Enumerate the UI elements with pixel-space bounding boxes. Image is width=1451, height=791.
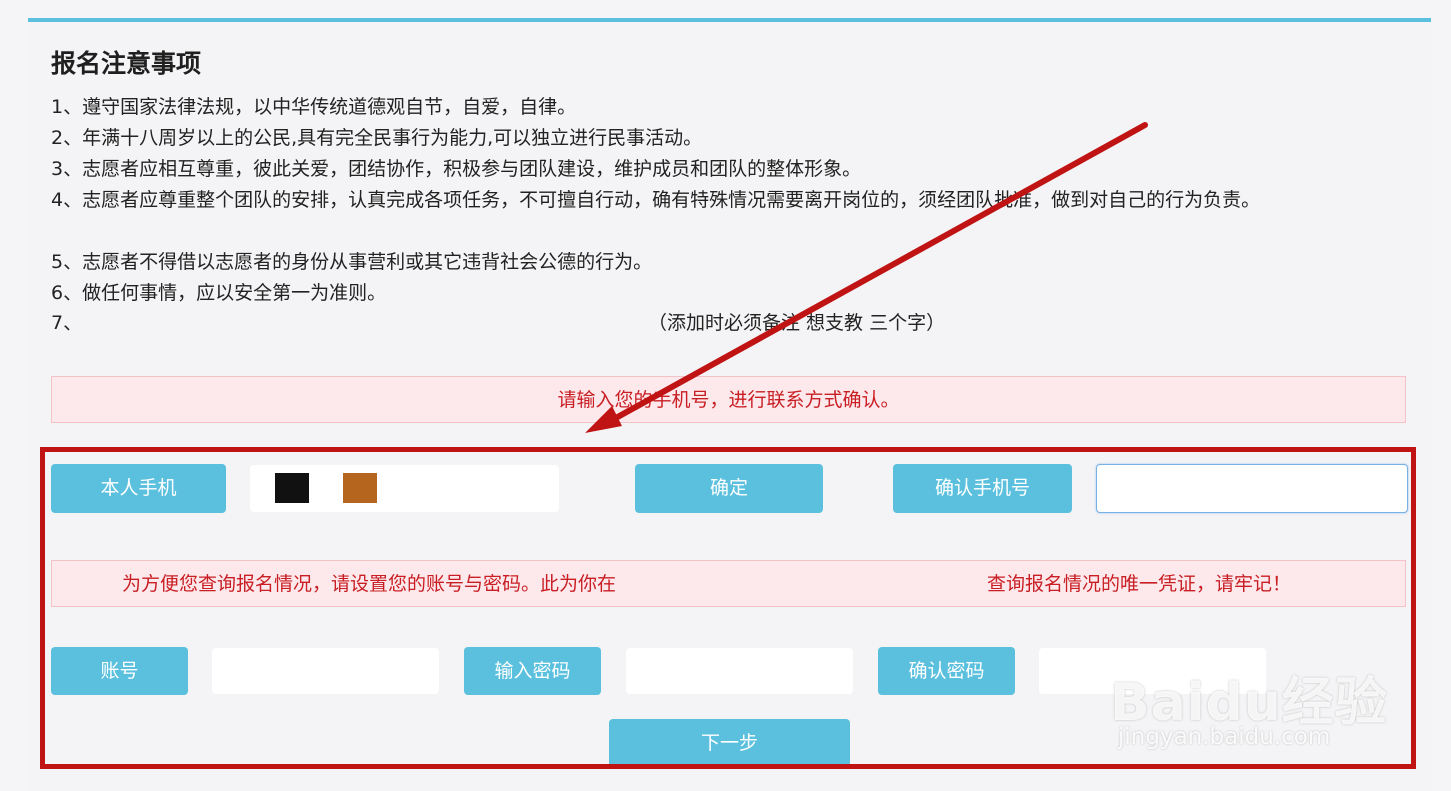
baidu-watermark: Baidu经验 jingyan.baidu.com <box>1110 640 1390 760</box>
watermark-url: jingyan.baidu.com <box>1118 724 1331 750</box>
